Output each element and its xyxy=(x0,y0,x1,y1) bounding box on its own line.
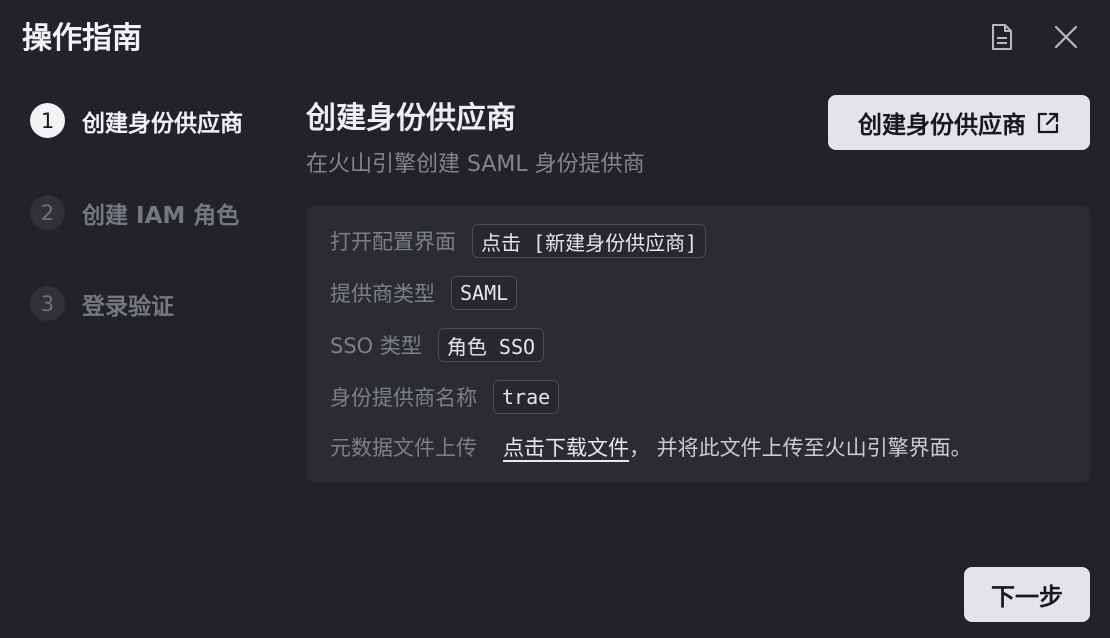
row-label: SSO 类型 xyxy=(330,334,422,358)
guide-dialog: 操作指南 1 创建身份供应商 2 创建 IAM 角色 3 登录验证 创建身份供应… xyxy=(0,0,1110,638)
close-icon xyxy=(1054,25,1078,53)
step-number: 3 xyxy=(30,286,65,321)
external-link-icon xyxy=(1036,111,1060,135)
row-label: 提供商类型 xyxy=(330,282,435,306)
value-chip: trae xyxy=(493,380,560,414)
step-label: 创建 IAM 角色 xyxy=(82,202,240,229)
upload-instruction: ， 并将此文件上传至火山引擎界面。 xyxy=(629,436,972,460)
button-label: 创建身份供应商 xyxy=(858,111,1026,139)
row-sso-type: SSO 类型 角色 SSO xyxy=(330,328,545,362)
download-file-link[interactable]: 点击下载文件 xyxy=(503,432,629,462)
value-chip: 点击 [新建身份供应商] xyxy=(472,224,707,258)
section-subtitle: 在火山引擎创建 SAML 身份提供商 xyxy=(306,152,645,177)
row-provider-name: 身份提供商名称 trae xyxy=(330,380,560,414)
value-chip: SAML xyxy=(451,276,518,310)
row-metadata-upload: 元数据文件上传 点击下载文件 ， 并将此文件上传至火山引擎界面。 xyxy=(330,432,972,462)
next-button[interactable]: 下一步 xyxy=(964,567,1090,622)
instructions-panel: 打开配置界面 点击 [新建身份供应商] 提供商类型 SAML SSO 类型 角色… xyxy=(306,206,1090,482)
row-open-config: 打开配置界面 点击 [新建身份供应商] xyxy=(330,224,707,258)
row-label: 元数据文件上传 xyxy=(330,436,477,460)
row-label: 打开配置界面 xyxy=(330,230,456,254)
step-label: 创建身份供应商 xyxy=(82,110,243,137)
step-2[interactable]: 2 创建 IAM 角色 xyxy=(30,195,239,230)
close-button[interactable] xyxy=(1050,22,1082,56)
create-identity-provider-button[interactable]: 创建身份供应商 xyxy=(828,95,1090,150)
step-label: 登录验证 xyxy=(82,293,174,320)
step-number: 2 xyxy=(30,195,65,230)
dialog-title: 操作指南 xyxy=(22,21,142,56)
document-icon xyxy=(990,23,1014,55)
step-3[interactable]: 3 登录验证 xyxy=(30,286,174,321)
section-title: 创建身份供应商 xyxy=(306,101,516,136)
step-1[interactable]: 1 创建身份供应商 xyxy=(30,103,243,138)
step-number: 1 xyxy=(30,103,65,138)
row-provider-type: 提供商类型 SAML xyxy=(330,276,518,310)
document-button[interactable] xyxy=(986,22,1018,56)
row-label: 身份提供商名称 xyxy=(330,386,477,410)
value-chip: 角色 SSO xyxy=(437,328,545,362)
